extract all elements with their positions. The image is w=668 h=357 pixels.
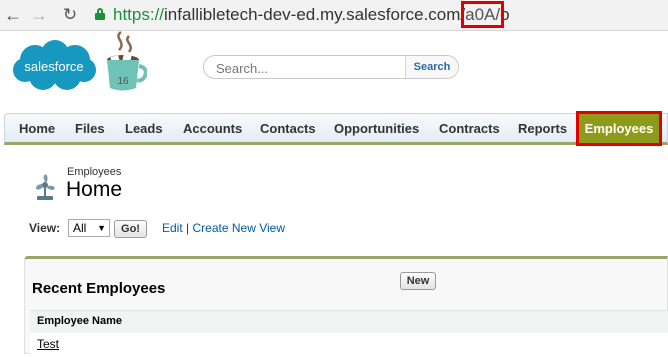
column-header-employee-name[interactable]: Employee Name — [37, 315, 122, 327]
mug-number: 16 — [117, 76, 129, 87]
url-host: infallibletech-dev-ed.my.salesforce.com/ — [164, 5, 466, 24]
lock-icon — [95, 8, 105, 20]
view-select[interactable]: All ▼ — [68, 219, 110, 237]
table-header: Employee Name — [30, 310, 668, 334]
url-tail: o — [500, 5, 510, 24]
tab-employees[interactable]: Employees — [576, 111, 662, 146]
search-input[interactable] — [214, 59, 398, 77]
go-button[interactable]: Go! — [114, 220, 147, 238]
create-new-view-link[interactable]: Create New View — [193, 221, 285, 235]
link-separator: | — [186, 221, 190, 235]
tab-home[interactable]: Home — [19, 114, 55, 143]
table-row: Test — [30, 333, 668, 357]
tab-files[interactable]: Files — [75, 114, 105, 143]
page-title: Home — [66, 178, 123, 201]
url-text: https://infallibletech-dev-ed.my.salesfo… — [113, 1, 510, 28]
employee-link[interactable]: Test — [37, 337, 59, 351]
reload-icon[interactable]: ↻ — [60, 5, 80, 25]
browser-toolbar: ← → ↻ https://infallibletech-dev-ed.my.s… — [0, 0, 668, 31]
address-bar[interactable]: https://infallibletech-dev-ed.my.salesfo… — [88, 1, 668, 28]
global-search: Search — [203, 55, 459, 79]
new-button[interactable]: New — [400, 272, 436, 290]
tab-opportunities[interactable]: Opportunities — [334, 114, 419, 143]
tab-contacts[interactable]: Contacts — [260, 114, 316, 143]
tab-bar: Home Files Leads Accounts Contacts Oppor… — [4, 111, 668, 146]
edit-link[interactable]: Edit — [162, 221, 183, 235]
dropdown-arrow-icon: ▼ — [97, 223, 106, 233]
salesforce-logo[interactable]: salesforce — [11, 38, 97, 94]
tab-accounts[interactable]: Accounts — [183, 114, 242, 143]
tab-contracts[interactable]: Contracts — [439, 114, 500, 143]
search-button[interactable]: Search — [405, 56, 458, 78]
object-label: Employees — [67, 166, 122, 178]
url-scheme: https:// — [113, 5, 165, 24]
back-arrow-icon[interactable]: ← — [3, 5, 23, 25]
tab-reports[interactable]: Reports — [518, 114, 567, 143]
recent-employees-panel: Recent Employees New Employee Name Test — [24, 256, 668, 357]
fan-icon — [35, 174, 55, 200]
view-select-value: All — [73, 221, 87, 235]
forward-arrow-icon[interactable]: → — [29, 5, 49, 25]
view-label: View: — [29, 221, 61, 235]
panel-title: Recent Employees — [32, 280, 166, 297]
url-highlight: a0A/ — [461, 1, 505, 28]
logo-text: salesforce — [24, 59, 83, 74]
release-mug-icon: 16 — [107, 31, 147, 91]
tab-leads[interactable]: Leads — [125, 114, 163, 143]
view-links: Edit | Create New View — [162, 221, 285, 235]
